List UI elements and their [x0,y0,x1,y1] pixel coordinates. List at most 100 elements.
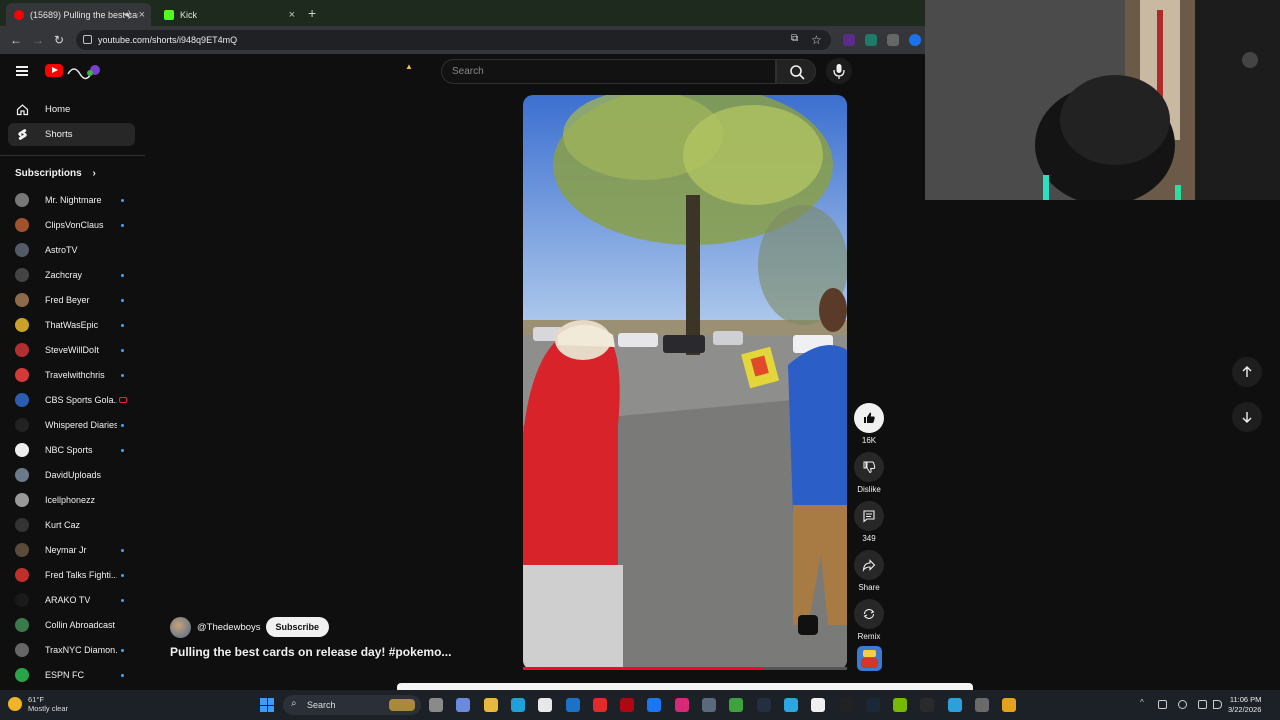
sidebar-subscription-item[interactable]: Whispered Diaries [15,415,140,435]
sidebar-subscription-item[interactable]: CBS Sports Gola... [15,390,140,410]
sidebar-subscription-item[interactable]: Kurt Caz [15,515,140,535]
forward-icon[interactable]: → [32,33,44,47]
close-tab-icon[interactable]: × [289,9,295,21]
channel-name[interactable]: @Thedewboys [197,622,261,633]
steam-icon[interactable] [865,698,880,712]
calculator-icon[interactable] [702,698,716,712]
search-input[interactable]: Search [441,59,776,84]
network-icon[interactable] [1158,700,1167,709]
channel-avatar[interactable] [170,616,191,638]
subscriptions-heading[interactable]: Subscriptions › [15,168,96,179]
volume-icon[interactable] [1213,700,1222,709]
edge-browser-icon[interactable] [510,698,525,712]
sidebar-subscription-item[interactable]: Collin Abroadcast [15,615,140,635]
file-explorer-icon[interactable] [429,698,443,712]
sidebar-subscription-item[interactable]: ClipsVonClaus [15,215,140,235]
bookmark-star-icon[interactable]: ☆ [811,33,822,47]
weather-description: Mostly clear [28,704,69,713]
remix-button[interactable]: Remix [854,599,884,641]
extension-k-icon[interactable] [843,34,855,46]
youtube-doodle-logo[interactable] [66,62,102,80]
channel-avatar [15,193,29,207]
reload-icon[interactable]: ↻ [54,33,64,47]
netflix-icon[interactable] [620,698,635,712]
sound-thumbnail[interactable] [857,646,882,671]
share-button[interactable]: Share [854,550,884,592]
voice-search-button[interactable] [826,58,852,84]
short-video-player[interactable] [523,95,847,670]
sidebar-subscription-item[interactable]: ThatWasEpic [15,315,140,335]
remix-label: Remix [857,632,881,641]
copilot-icon[interactable] [456,698,471,712]
amazon-icon[interactable] [756,698,771,712]
nvidia-icon[interactable] [893,698,908,712]
windows-start-icon[interactable] [260,698,274,712]
sidebar-item-shorts[interactable]: Shorts [8,123,135,146]
site-info-icon[interactable] [83,35,92,44]
tab-kick[interactable]: Kick × [156,3,301,26]
previous-short-button[interactable] [1232,357,1262,387]
search-button[interactable] [776,59,816,84]
tray-overflow-icon[interactable]: ^ [1140,698,1149,707]
facebook-icon[interactable] [647,698,662,712]
settings-icon[interactable] [975,698,989,712]
sidebar-subscription-item[interactable]: AstroTV [15,240,140,260]
new-content-dot-icon [121,323,124,327]
subscription-name: Icellphonezz [45,495,96,505]
epic-games-icon[interactable] [920,698,935,712]
instagram-icon[interactable] [674,698,689,712]
sidebar-subscription-item[interactable]: ESPN FC [15,665,140,685]
sidebar-subscription-item[interactable]: SteveWillDoIt [15,340,140,360]
subscribe-button[interactable]: Subscribe [265,617,330,637]
capcut-icon[interactable] [838,698,853,712]
tab-youtube[interactable]: (15689) Pulling the best car ◂) × [6,3,151,26]
youtube-logo-icon[interactable] [45,64,63,77]
sidebar-subscription-item[interactable]: NBC Sports [15,440,140,460]
back-icon[interactable]: ← [10,33,22,47]
sidebar-subscription-item[interactable]: Zachcray [15,265,140,285]
next-short-button[interactable] [1232,402,1262,432]
new-tab-icon[interactable]: + [308,5,316,21]
subscription-name: NBC Sports [45,445,93,455]
sidebar-subscription-item[interactable]: ARAKO TV [15,590,140,610]
audio-playing-icon[interactable]: ◂) [123,9,131,20]
thumbs-down-icon [863,461,876,474]
sidebar-subscription-item[interactable]: Travelwithchris [15,365,140,385]
sidebar-subscription-item[interactable]: Fred Beyer [15,290,140,310]
snipping-icon[interactable] [783,698,798,712]
like-button[interactable]: 16K [854,403,884,445]
display-icon[interactable] [1198,700,1207,709]
install-app-icon[interactable]: ⧉ [791,33,798,44]
mail-icon[interactable] [565,698,580,712]
close-tab-icon[interactable]: × [139,9,145,21]
sidebar-subscription-item[interactable]: Icellphonezz [15,490,140,510]
video-progress-bar[interactable] [523,667,847,670]
taskbar-search[interactable]: ⌕ Search [283,695,421,715]
profile-avatar-icon[interactable] [909,34,921,46]
youtube-app-icon[interactable] [592,698,607,712]
sidebar-subscription-item[interactable]: DavidUploads [15,465,140,485]
store-icon[interactable] [538,698,553,712]
sidebar-subscription-item[interactable]: Mr. Nightmare [15,190,140,210]
hamburger-menu-icon[interactable] [16,66,28,76]
sidebar-subscription-item[interactable]: Fred Talks Fighti... [15,565,140,585]
folder-icon[interactable] [483,698,498,712]
extension-counter-icon[interactable] [865,34,877,46]
chrome-icon[interactable] [1002,698,1017,712]
video-title[interactable]: Pulling the best cards on release day! #… [170,645,451,659]
telegram-icon[interactable] [947,698,962,712]
sidebar-item-home[interactable]: Home [8,98,135,121]
extension-puzzle-icon[interactable] [887,34,899,46]
sidebar-subscription-item[interactable]: Neymar Jr [15,540,140,560]
green-app-icon[interactable] [729,698,744,712]
notes-icon[interactable] [811,698,826,712]
microphone-tray-icon[interactable] [1178,700,1187,709]
kick-favicon-icon [164,9,174,20]
taskbar-clock[interactable]: 11:06 PM 3/22/2026 [1228,695,1261,715]
sidebar-subscription-item[interactable]: TraxNYC Diamon... [15,640,140,660]
comments-button[interactable]: 349 [854,501,884,543]
weather-widget[interactable]: 61°F Mostly clear [8,695,68,713]
address-bar[interactable]: youtube.com/shorts/i948q9ET4mQ [76,30,831,50]
dislike-button[interactable]: Dislike [854,452,884,494]
channel-avatar [15,343,29,357]
